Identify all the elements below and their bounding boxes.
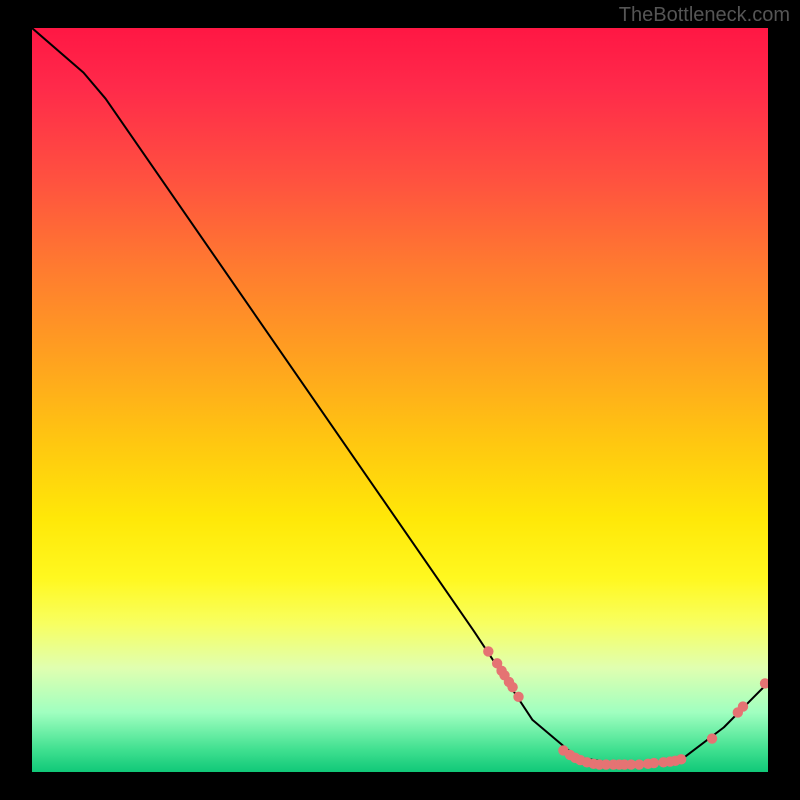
data-point	[513, 692, 523, 702]
chart-svg	[32, 28, 768, 772]
data-point	[676, 754, 686, 764]
data-point	[649, 758, 659, 768]
data-point	[507, 682, 517, 692]
watermark-text: TheBottleneck.com	[619, 4, 790, 27]
data-point	[483, 646, 493, 656]
data-point	[760, 678, 768, 688]
data-point	[634, 759, 644, 769]
scatter-points	[483, 646, 768, 769]
chart-container: TheBottleneck.com	[0, 0, 800, 800]
plot-area	[32, 28, 768, 772]
curve-path	[32, 28, 768, 765]
data-point	[707, 733, 717, 743]
data-point	[738, 701, 748, 711]
line-series	[32, 28, 768, 765]
